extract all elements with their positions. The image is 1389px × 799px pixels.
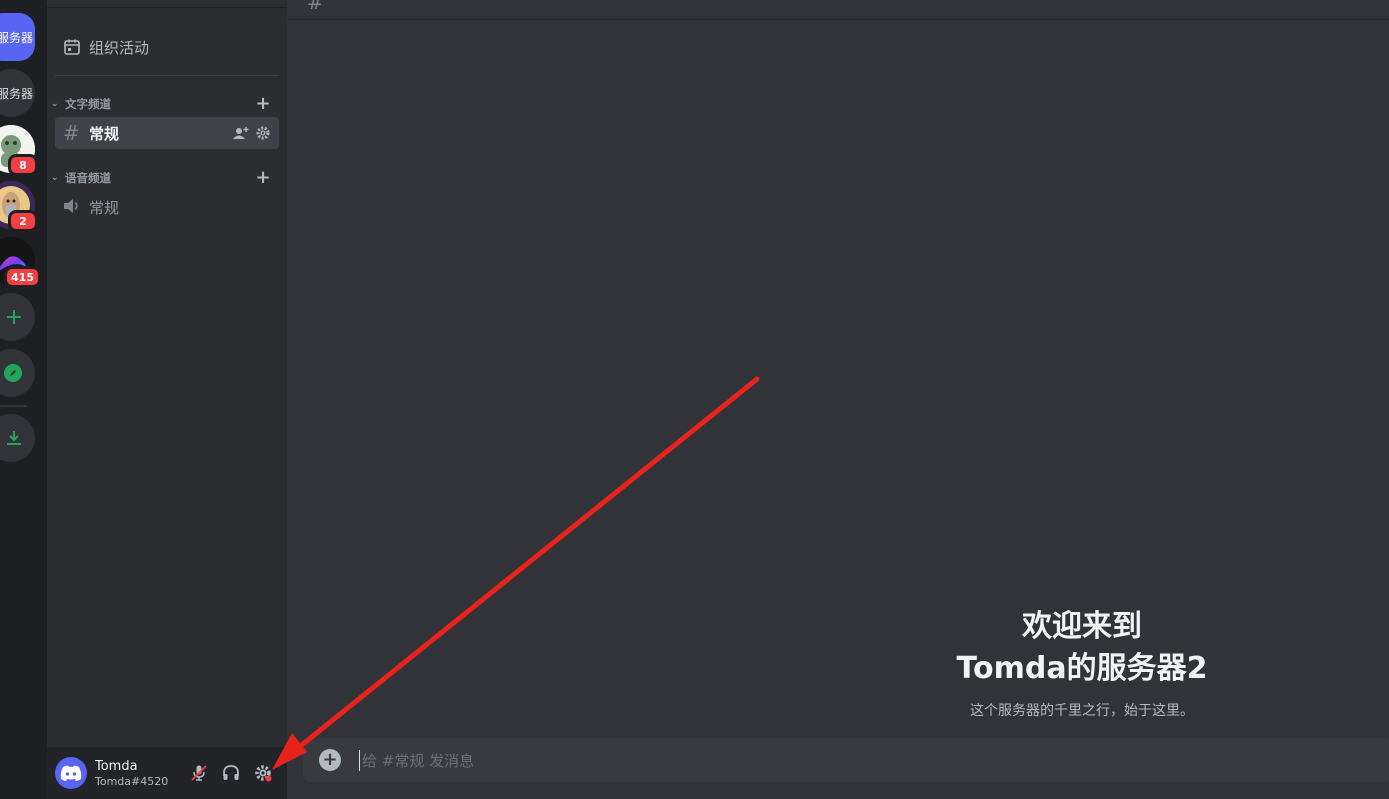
headphones-icon [223, 765, 239, 780]
server-icon-avatar[interactable]: 2 [0, 181, 38, 232]
invite-icon[interactable] [233, 125, 249, 141]
channel-name: 常规 [89, 198, 120, 217]
welcome-section: 欢迎来到 Tomda的服务器2 这个服务器的千里之行，始于这里。 [947, 606, 1217, 720]
sidebar-divider [55, 75, 279, 76]
plus-icon [7, 310, 21, 324]
discord-app: 服务器 服务器 8 2 415 组织活动 ⌄ 文字频道 + # 常规 ⌄ 语音频… [0, 0, 1389, 799]
server-icon-avatar[interactable]: 415 [0, 237, 41, 288]
compass-icon [4, 364, 22, 382]
category-label: 语音频道 [65, 171, 111, 185]
user-settings-button[interactable] [247, 757, 279, 789]
events-label: 组织活动 [89, 38, 150, 57]
create-channel-button[interactable]: + [255, 94, 271, 114]
events-item[interactable]: 组织活动 [55, 31, 279, 63]
chat-main: # 欢迎来到 Tomda的服务器2 这个服务器的千里之行，始于这里。 + 给 #… [287, 0, 1389, 799]
server-label: 服务器 [0, 30, 33, 45]
server-header[interactable] [47, 0, 287, 8]
user-tag: Tomda#4520 [95, 774, 169, 788]
channel-item-general-voice[interactable]: 常规 [55, 191, 279, 223]
channel-sidebar: 组织活动 ⌄ 文字频道 + # 常规 ⌄ 语音频道 + 常规 Tomda Tom… [47, 0, 287, 799]
server-rail: 服务器 服务器 8 2 415 [0, 0, 47, 799]
mic-muted-icon [191, 765, 207, 781]
unread-badge: 8 [8, 154, 38, 176]
chevron-down-icon: ⌄ [51, 173, 59, 183]
unread-badge: 415 [4, 266, 41, 288]
server-label: 服务器 [0, 86, 33, 101]
server-icon[interactable]: 服务器 [0, 69, 35, 117]
explore-servers-button[interactable] [0, 349, 35, 397]
server-icon-avatar[interactable]: 8 [0, 125, 38, 176]
category-label: 文字频道 [65, 97, 111, 111]
discord-logo-icon [60, 765, 82, 781]
download-icon [7, 431, 21, 445]
download-apps-button[interactable] [0, 414, 35, 462]
channel-settings-icon[interactable] [255, 125, 271, 141]
create-channel-button[interactable]: + [255, 168, 271, 188]
speaker-icon [63, 195, 87, 219]
channel-topbar: # [287, 0, 1389, 20]
user-avatar[interactable] [55, 757, 87, 789]
channel-item-general-text[interactable]: # 常规 [55, 117, 279, 149]
unread-badge: 2 [8, 210, 38, 232]
mute-mic-button[interactable] [183, 757, 215, 789]
message-composer[interactable]: + 给 #常规 发消息 [303, 738, 1389, 782]
welcome-subtitle: 这个服务器的千里之行，始于这里。 [970, 703, 1194, 719]
calendar-icon [64, 39, 80, 55]
welcome-title-line1: 欢迎来到 [1022, 609, 1142, 644]
category-text-channels[interactable]: ⌄ 文字频道 + [47, 94, 287, 114]
username: Tomda [95, 758, 138, 774]
upload-plus-button[interactable]: + [319, 749, 341, 771]
hash-icon: # [307, 0, 324, 14]
message-input[interactable]: 给 #常规 发消息 [359, 749, 474, 771]
welcome-title-line2: Tomda的服务器2 [956, 651, 1208, 686]
channel-name: 常规 [89, 124, 120, 143]
chevron-down-icon: ⌄ [51, 99, 59, 109]
rail-divider [0, 405, 27, 407]
category-voice-channels[interactable]: ⌄ 语音频道 + [47, 168, 287, 188]
gear-icon [255, 765, 272, 782]
deafen-button[interactable] [215, 757, 247, 789]
server-icon-active[interactable]: 服务器 [0, 13, 35, 61]
user-panel: Tomda Tomda#4520 [47, 747, 287, 799]
add-server-button[interactable] [0, 293, 35, 341]
hash-icon: # [63, 121, 80, 145]
